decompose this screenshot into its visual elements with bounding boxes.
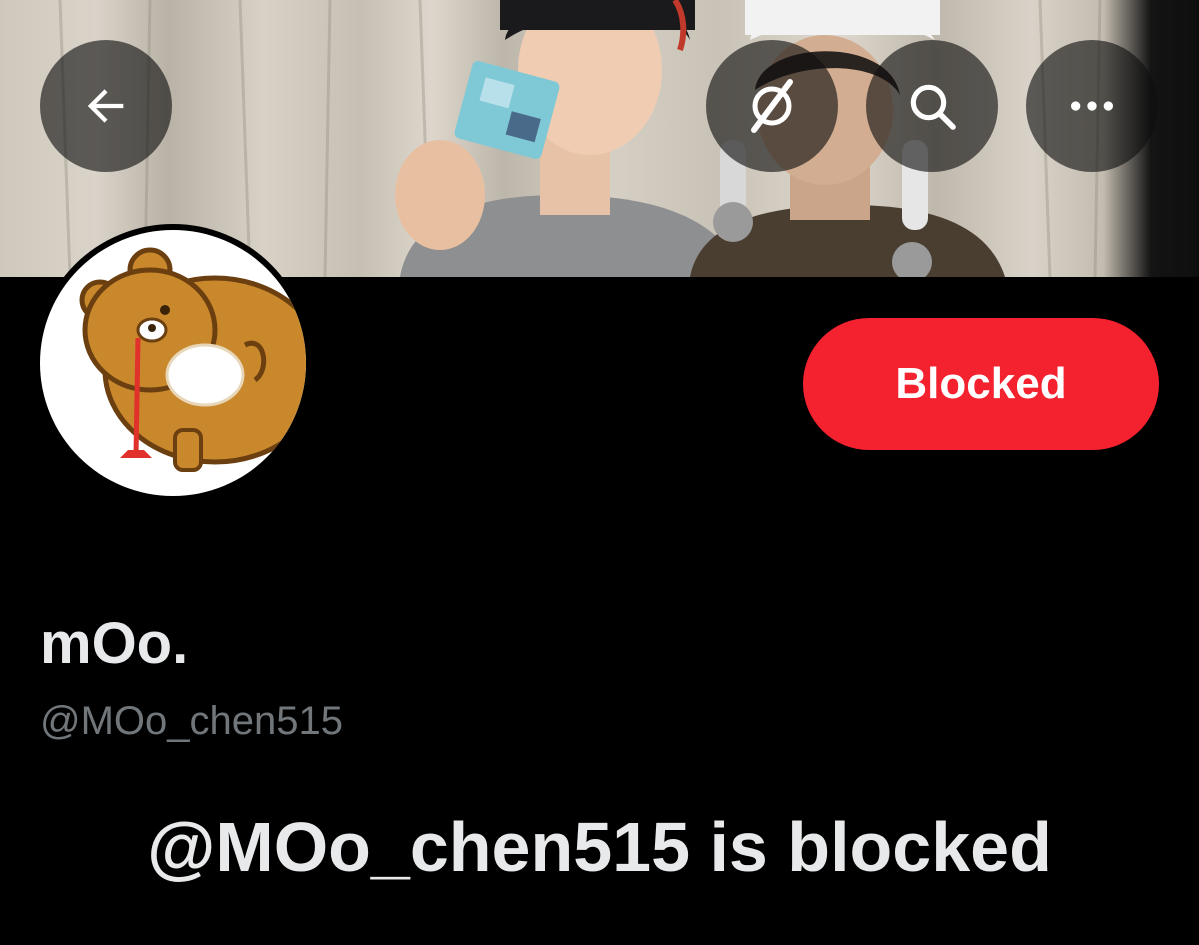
blocked-notice: @MOo_chen515 is blocked (147, 808, 1052, 886)
search-button[interactable] (866, 40, 998, 172)
search-icon (910, 84, 956, 130)
avatar-image (40, 230, 306, 496)
more-horizontal-icon (1071, 101, 1113, 111)
display-name: mOo. (40, 611, 189, 676)
profile-avatar[interactable] (34, 224, 312, 502)
grok-slash-icon (751, 79, 793, 133)
more-options-button[interactable] (1026, 40, 1158, 172)
grok-button[interactable] (706, 40, 838, 172)
back-button[interactable] (40, 40, 172, 172)
profile-page: Blocked mOo. @MOo_chen515 @MOo_chen515 i… (0, 0, 1199, 945)
blocked-button[interactable]: Blocked (803, 318, 1159, 450)
user-handle: @MOo_chen515 (40, 699, 344, 743)
bear-avatar-icon (79, 247, 306, 472)
arrow-left-icon (87, 89, 124, 123)
